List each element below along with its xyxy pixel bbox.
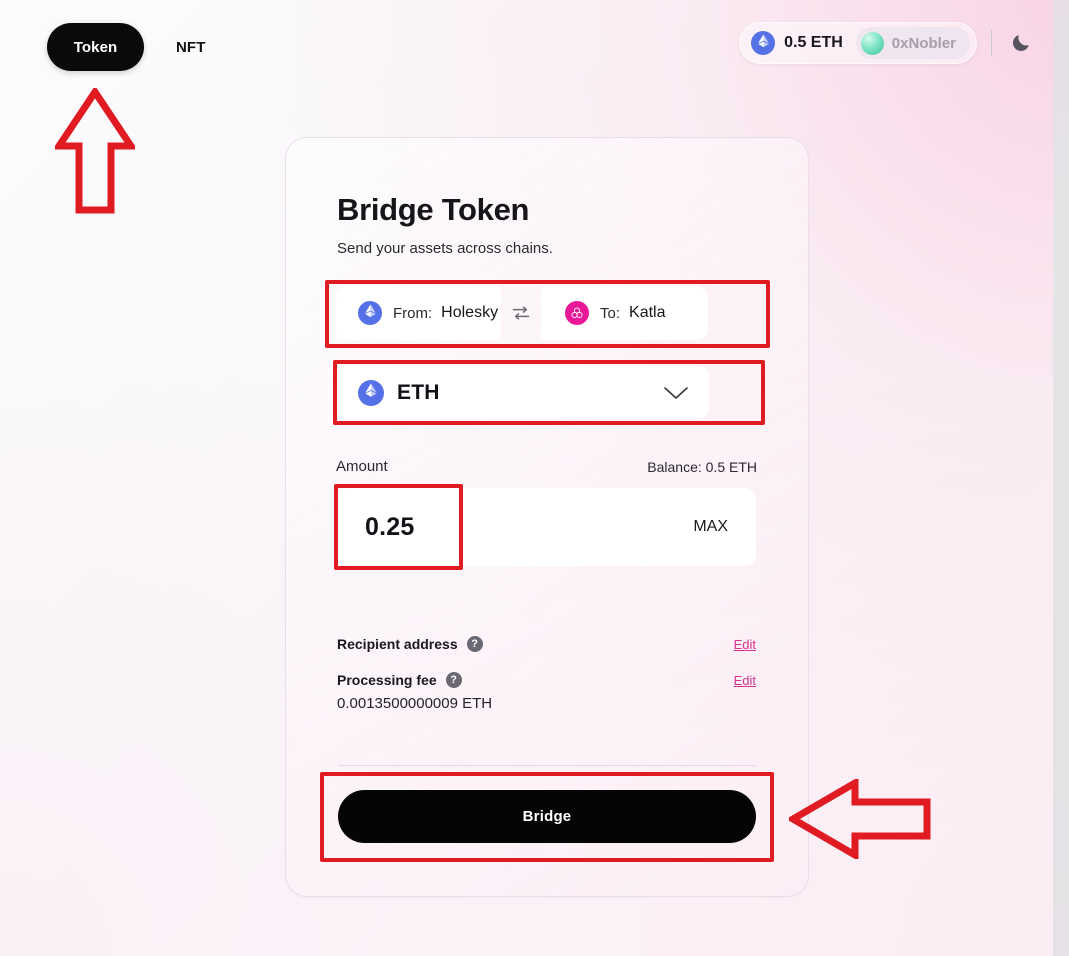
processing-fee-label: Processing fee xyxy=(337,672,437,688)
divider xyxy=(991,30,992,56)
wallet-address: 0xNobler xyxy=(891,34,956,52)
arrow-up-icon xyxy=(52,85,138,216)
nav-tabs: Token NFT xyxy=(47,23,219,71)
processing-fee-row: Processing fee ? Edit xyxy=(337,672,756,688)
from-chain-selector[interactable]: From: Holesky xyxy=(336,286,501,340)
wallet-address-chip[interactable]: 0xNobler xyxy=(855,27,970,59)
top-bar: Token NFT 0.5 ETH 0xNobler xyxy=(0,0,1053,94)
amount-balance: Balance: 0.5 ETH xyxy=(647,459,757,475)
tab-token[interactable]: Token xyxy=(47,23,144,71)
token-selector[interactable]: ETH xyxy=(337,366,709,419)
page-title: Bridge Token xyxy=(337,192,530,227)
arrow-left-icon xyxy=(786,776,931,862)
ethereum-icon xyxy=(358,301,382,325)
amount-label: Amount xyxy=(336,458,388,475)
taiko-icon xyxy=(565,301,589,325)
tab-nft[interactable]: NFT xyxy=(162,39,219,56)
question-mark-icon[interactable]: ? xyxy=(445,672,462,688)
moon-icon[interactable] xyxy=(1006,28,1036,58)
page-subtitle: Send your assets across chains. xyxy=(337,240,553,257)
to-label: To: xyxy=(600,304,621,322)
recipient-address-row: Recipient address ? Edit xyxy=(337,636,756,652)
wallet-area: 0.5 ETH 0xNobler xyxy=(739,22,1036,64)
wallet-balance: 0.5 ETH xyxy=(784,34,843,51)
ethereum-icon xyxy=(751,31,776,55)
wallet-pill[interactable]: 0.5 ETH 0xNobler xyxy=(739,22,977,64)
processing-fee-value: 0.0013500000009 ETH xyxy=(337,695,493,712)
bridge-button[interactable]: Bridge xyxy=(338,790,756,843)
from-label: From: xyxy=(393,304,433,322)
swap-arrows-icon[interactable] xyxy=(501,303,541,323)
recipient-address-label: Recipient address xyxy=(337,636,458,652)
to-chain-value: Katla xyxy=(629,304,666,321)
question-mark-icon[interactable]: ? xyxy=(466,636,483,652)
ethereum-icon xyxy=(358,379,384,406)
from-chain-value: Holesky xyxy=(441,304,499,321)
max-button[interactable]: MAX xyxy=(693,518,728,536)
edit-fee-link[interactable]: Edit xyxy=(734,673,756,688)
scrollbar[interactable] xyxy=(1053,0,1069,956)
chevron-down-icon[interactable] xyxy=(663,385,689,401)
to-chain-selector[interactable]: To: Katla xyxy=(541,286,708,340)
amount-field[interactable]: 0.25 MAX xyxy=(336,488,756,566)
chain-selector: From: Holesky To: Katla xyxy=(336,286,708,340)
divider xyxy=(338,765,756,766)
edit-recipient-link[interactable]: Edit xyxy=(734,637,756,652)
wallet-avatar xyxy=(860,31,884,55)
amount-input[interactable]: 0.25 xyxy=(365,513,414,542)
token-symbol: ETH xyxy=(397,380,440,404)
